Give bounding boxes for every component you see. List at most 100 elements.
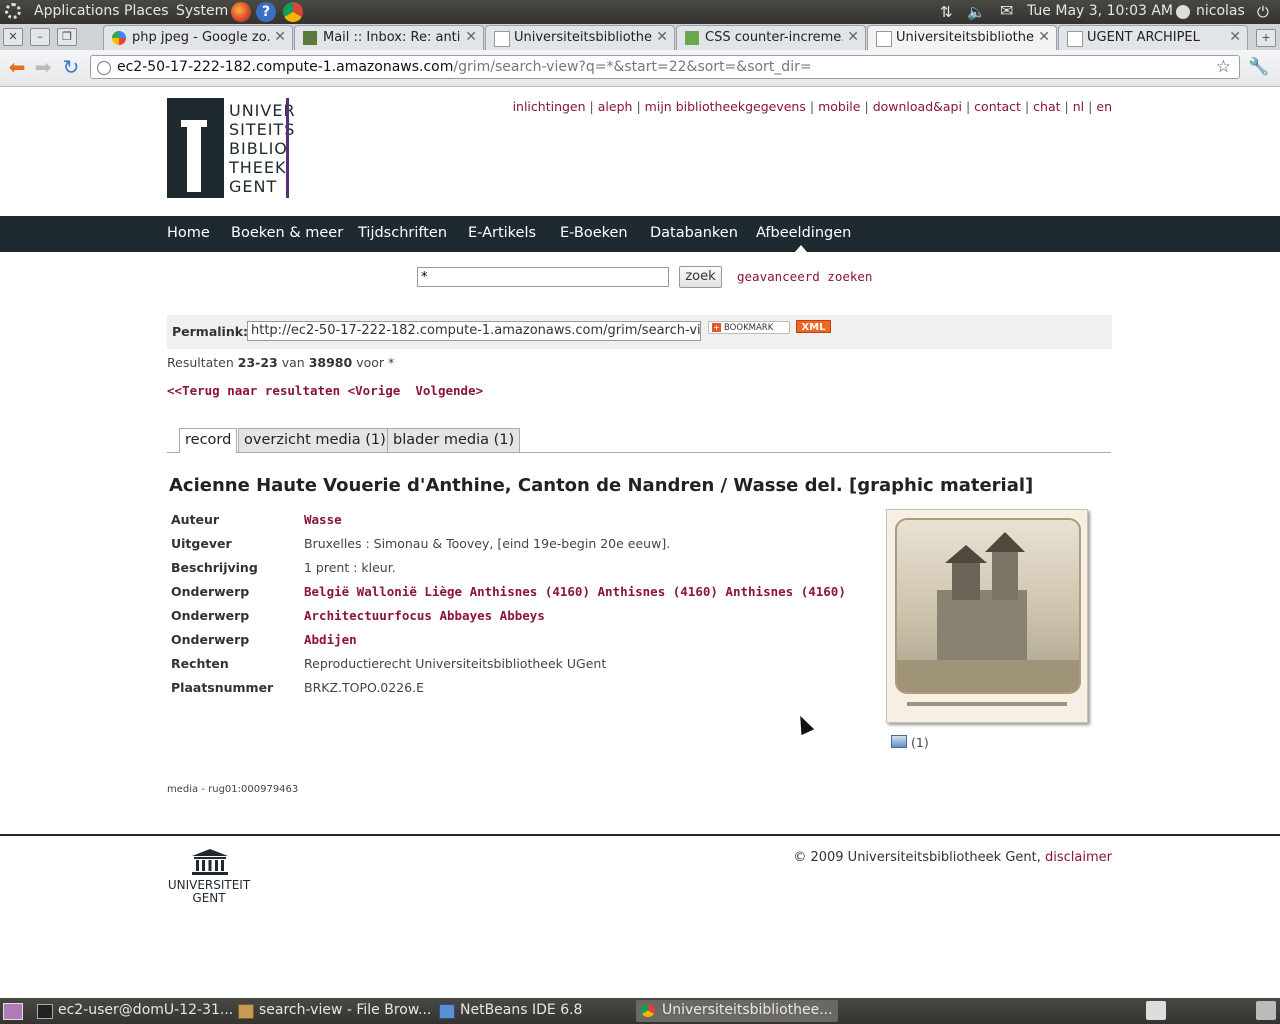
tab-label: Universiteitsbibliothe... [514,30,652,45]
field-label: Onderwerp [171,632,250,647]
taskbar: ec2-user@domU-12-31... search-view - Fil… [0,998,1280,1024]
tab-css[interactable]: CSS counter-increme... ✕ [676,25,866,50]
field-value-auteur[interactable]: Wasse [304,512,342,527]
volume-icon[interactable]: 🔈 [967,3,986,21]
forward-icon[interactable]: ➡ [31,56,55,78]
menu-applications[interactable]: Applications [34,3,120,19]
mail-icon[interactable]: ✉ [1000,1,1013,20]
reload-icon[interactable]: ↻ [59,56,83,78]
bookmark-button[interactable]: + BOOKMARK [708,321,790,334]
field-label: Onderwerp [171,608,250,623]
active-nav-indicator [795,245,807,252]
css-favicon-icon [685,31,699,45]
link-mobile[interactable]: mobile [818,99,860,114]
user-name[interactable]: nicolas [1196,3,1245,19]
tab-library-1[interactable]: Universiteitsbibliothe... ✕ [485,25,675,50]
link-lang-en[interactable]: en [1096,99,1112,114]
search-input[interactable] [417,267,669,287]
tab-library-active[interactable]: Universiteitsbibliothe... ✕ [867,25,1057,50]
tab-mail[interactable]: Mail :: Inbox: Re: anti... ✕ [294,25,484,50]
close-tab-icon[interactable]: ✕ [656,29,668,45]
bookmark-star-icon[interactable]: ☆ [1216,57,1231,77]
tab-google[interactable]: php jpeg - Google zo... ✕ [103,25,293,50]
tab-label: UGENT ARCHIPEL [1087,30,1200,45]
clock[interactable]: Tue May 3, 10:03 AM [1027,3,1173,19]
menu-places[interactable]: Places [124,3,169,19]
close-tab-icon[interactable]: ✕ [847,29,859,45]
trash-icon[interactable] [1256,1001,1276,1020]
back-to-results-link[interactable]: <<Terug naar resultaten [167,383,340,398]
menu-system[interactable]: System [176,3,228,19]
tray-chrome-icon[interactable] [1146,1001,1166,1020]
media-count[interactable]: (1) [891,735,929,750]
field-value-onderwerp[interactable]: Abdijen [304,632,357,647]
library-logo[interactable]: UNIVER SITEITS BIBLIO THEEK GENT [167,98,295,198]
power-icon[interactable]: ⏻ [1257,3,1269,21]
google-icon [112,31,126,45]
link-download-api[interactable]: download&api [873,99,962,114]
link-contact[interactable]: contact [974,99,1021,114]
close-tab-icon[interactable]: ✕ [1229,29,1241,45]
close-tab-icon[interactable]: ✕ [1038,29,1050,45]
chrome-icon[interactable] [283,2,303,22]
tab-label: Mail :: Inbox: Re: anti... [323,30,461,45]
help-icon[interactable]: ? [256,2,276,22]
wrench-icon[interactable]: 🔧 [1247,56,1271,78]
task-file-browser[interactable]: search-view - File Brow... [233,1000,433,1022]
tab-label: Universiteitsbibliothe... [896,30,1034,45]
network-icon[interactable]: ⇅ [940,3,953,21]
tab-blader-media[interactable]: blader media (1) [387,428,521,452]
link-mijn-bibliotheekgegevens[interactable]: mijn bibliotheekgegevens [645,99,806,114]
previous-link[interactable]: <Vorige [348,383,401,398]
nav-home[interactable]: Home [167,225,210,241]
tab-overzicht-media[interactable]: overzicht media (1) [238,428,392,452]
nav-boeken-meer[interactable]: Boeken & meer [231,225,343,241]
tab-record[interactable]: record [179,428,238,453]
search-button[interactable]: zoek [679,266,722,288]
advanced-search-link[interactable]: geavanceerd zoeken [737,269,872,284]
field-value-onderwerp[interactable]: Architectuurfocus Abbayes Abbeys [304,608,545,623]
tab-strip: ✕ – ❐ php jpeg - Google zo... ✕ Mail :: … [0,24,1280,50]
close-tab-icon[interactable]: ✕ [274,29,286,45]
next-link[interactable]: Volgende> [415,383,483,398]
web-page: UNIVER SITEITS BIBLIO THEEK GENT inlicht… [0,87,1280,997]
restore-window-icon[interactable]: ❐ [57,28,77,46]
copyright: © 2009 Universiteitsbibliotheek Gent, di… [793,850,1112,865]
field-value-beschrijving: 1 prent : kleur. [304,560,396,575]
netbeans-icon [439,1004,455,1019]
show-desktop-icon[interactable] [3,1003,23,1020]
disclaimer-link[interactable]: disclaimer [1045,850,1112,865]
new-tab-icon[interactable]: + [1256,29,1276,47]
link-chat[interactable]: chat [1033,99,1060,114]
nav-afbeeldingen[interactable]: Afbeeldingen [756,225,851,241]
page-info-icon[interactable] [97,61,111,75]
nav-tijdschriften[interactable]: Tijdschriften [358,225,447,241]
url-text[interactable]: ec2-50-17-222-182.compute-1.amazonaws.co… [117,59,812,75]
tab-label: CSS counter-increme... [705,30,843,45]
field-value-onderwerp[interactable]: België Wallonië Liège Anthisnes (4160) A… [304,584,846,599]
close-window-icon[interactable]: ✕ [3,28,23,46]
task-netbeans[interactable]: NetBeans IDE 6.8 [434,1000,634,1022]
nav-databanken[interactable]: Databanken [650,225,738,241]
minimize-window-icon[interactable]: – [30,28,50,46]
record-thumbnail[interactable] [886,509,1088,723]
close-tab-icon[interactable]: ✕ [465,29,477,45]
task-terminal[interactable]: ec2-user@domU-12-31... [32,1000,233,1022]
media-identifier: media - rug01:000979463 [167,784,299,795]
xml-button[interactable]: XML [796,320,831,333]
nav-e-boeken[interactable]: E-Boeken [560,225,628,241]
field-label: Beschrijving [171,560,258,575]
link-lang-nl[interactable]: nl [1073,99,1084,114]
page-icon [494,31,510,47]
nav-e-artikels[interactable]: E-Artikels [468,225,536,241]
ugent-logo[interactable]: UNIVERSITEIT GENT [167,849,252,909]
permalink-field[interactable]: http://ec2-50-17-222-182.compute-1.amazo… [247,321,701,341]
gnome-logo-icon[interactable] [5,3,21,19]
tab-archipel[interactable]: UGENT ARCHIPEL ✕ [1058,25,1248,50]
link-aleph[interactable]: aleph [598,99,633,114]
task-chrome[interactable]: Universiteitsbibliothee... [636,1000,838,1022]
link-inlichtingen[interactable]: inlichtingen [513,99,586,114]
firefox-icon[interactable] [231,2,251,22]
address-bar[interactable]: ec2-50-17-222-182.compute-1.amazonaws.co… [90,55,1240,79]
back-icon[interactable]: ⬅ [5,56,29,78]
